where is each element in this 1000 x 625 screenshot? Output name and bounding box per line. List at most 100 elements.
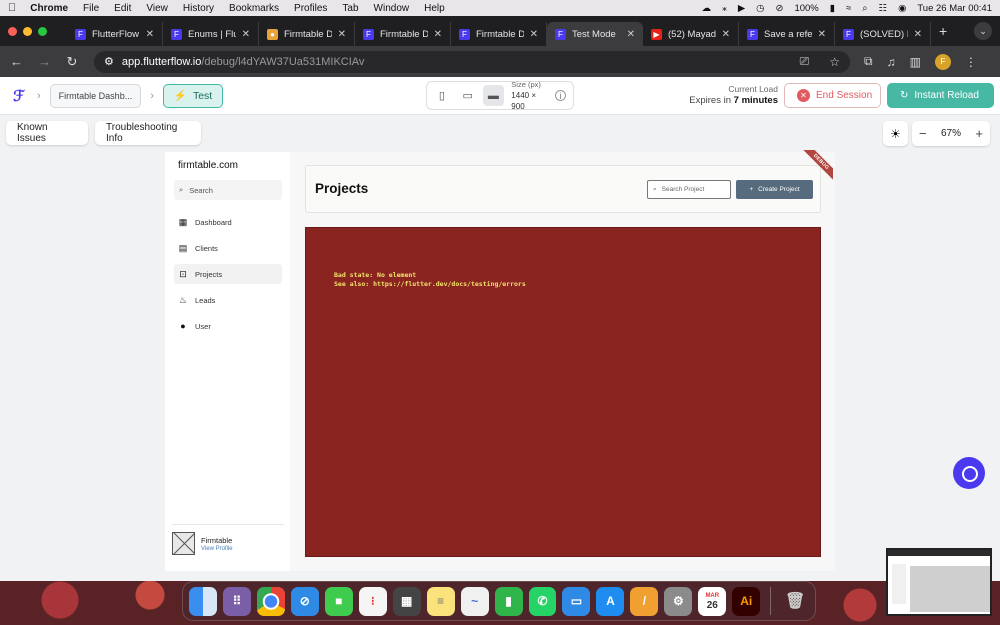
menu-edit[interactable]: Edit (114, 3, 131, 14)
close-tab-icon[interactable]: ✕ (818, 29, 826, 40)
tab-firmtable-2[interactable]: F Firmtable D ✕ (355, 22, 451, 46)
new-tab-icon[interactable]: + (939, 23, 947, 39)
profile-avatar-icon[interactable]: F (934, 53, 951, 70)
screenshot-preview-thumbnail[interactable] (886, 548, 992, 616)
tab-firmtable-1[interactable]: ● Firmtable D ✕ (259, 22, 355, 46)
menu-window[interactable]: Window (374, 3, 410, 14)
extensions-icon[interactable]: ⧉ (864, 54, 873, 69)
info-icon[interactable]: i (555, 90, 567, 101)
tab-test-mode[interactable]: F Test Mode ✕ (547, 22, 643, 46)
launchpad-icon[interactable]: ⠿ (222, 586, 251, 616)
tab-firmtable-3[interactable]: F Firmtable D ✕ (451, 22, 547, 46)
sidebar-item-dashboard[interactable]: ▦ Dashboard (174, 212, 282, 232)
theme-toggle-sun-icon[interactable]: ☀ (883, 121, 908, 146)
menu-file[interactable]: File (83, 3, 99, 14)
tab-search-icon[interactable]: ⌄ (974, 22, 992, 40)
freeform-icon[interactable]: ~ (460, 586, 489, 616)
side-panel-icon[interactable]: ▥ (910, 55, 921, 69)
battery-icon[interactable]: ▮ (830, 3, 835, 14)
chrome-icon[interactable] (256, 586, 285, 616)
project-breadcrumb[interactable]: Firmtable Dashb... (49, 83, 142, 108)
minimize-window-icon[interactable] (23, 26, 32, 36)
test-mode-badge[interactable]: ⚡ Test (162, 83, 224, 108)
zoom-out-icon[interactable]: − (919, 126, 927, 141)
calendar-icon[interactable]: MAR 26 (698, 586, 727, 616)
zoom-window-icon[interactable] (38, 26, 47, 36)
instant-reload-button[interactable]: ↻ Instant Reload (887, 83, 994, 108)
menu-app-name[interactable]: Chrome (30, 3, 68, 14)
mute-icon[interactable]: ⊘ (775, 3, 783, 14)
bookmark-star-icon[interactable]: ☆ (829, 55, 840, 69)
phone-device-icon[interactable]: ▯ (431, 85, 453, 106)
menu-tab[interactable]: Tab (342, 3, 358, 14)
notes-icon[interactable]: ≡ (426, 586, 455, 616)
numbers-icon[interactable]: ▮ (494, 586, 523, 616)
tablet-device-icon[interactable]: ▭ (457, 85, 479, 106)
whatsapp-icon[interactable]: ✆ (528, 586, 557, 616)
view-profile-link[interactable]: View Profile (201, 546, 233, 552)
profile-footer[interactable]: Firmtable View Profile (172, 524, 284, 555)
troubleshooting-info-button[interactable]: Troubleshooting Info (95, 121, 201, 145)
menu-profiles[interactable]: Profiles (294, 3, 327, 14)
facetime-icon[interactable]: ■ (324, 586, 353, 616)
menu-view[interactable]: View (146, 3, 168, 14)
reload-icon[interactable]: ↻ (66, 54, 78, 70)
close-tab-icon[interactable]: ✕ (338, 29, 346, 40)
tab-flutterflow[interactable]: F FlutterFlow ✕ (67, 22, 163, 46)
trash-icon[interactable]: 🗑 (781, 587, 809, 616)
clock-icon[interactable]: ◷ (756, 3, 764, 14)
help-chat-icon[interactable] (953, 457, 985, 489)
address-bar[interactable]: ⚙ app.flutterflow.io/debug/l4dYAW37Ua531… (94, 50, 850, 73)
close-tab-icon[interactable]: ✕ (146, 29, 154, 40)
tab-solved[interactable]: F (SOLVED) I ✕ (835, 22, 931, 46)
reminders-icon[interactable]: ⁝ (358, 586, 387, 616)
chrome-menu-icon[interactable]: ⋮ (965, 55, 977, 69)
install-app-icon[interactable]: ⎚ (800, 54, 810, 69)
media-control-icon[interactable]: ♫ (887, 55, 896, 69)
clock-datetime[interactable]: Tue 26 Mar 00:41 (917, 3, 992, 14)
forward-icon[interactable]: → (38, 54, 51, 69)
end-session-button[interactable]: ✕ End Session (784, 83, 881, 108)
menu-help[interactable]: Help (424, 3, 445, 14)
sidebar-search[interactable]: ⌕ Search (174, 180, 282, 200)
close-tab-icon[interactable]: ✕ (530, 29, 538, 40)
app-store-icon[interactable]: A (596, 586, 625, 616)
search-project-input[interactable]: ⌕ Search Project (647, 180, 731, 199)
close-tab-icon[interactable]: ✕ (434, 29, 442, 40)
tab-youtube[interactable]: ▶ (52) Mayad ✕ (643, 22, 739, 46)
desktop-device-icon[interactable]: ▬ (482, 85, 505, 106)
sidebar-item-projects[interactable]: ⊡ Projects (174, 264, 282, 284)
safari-icon[interactable]: ⊘ (290, 586, 319, 616)
calculator-icon[interactable]: ▦ (392, 586, 421, 616)
zoom-in-icon[interactable]: + (975, 126, 983, 141)
play-icon[interactable]: ▶ (738, 3, 745, 14)
tab-save-reference[interactable]: F Save a refe ✕ (739, 22, 835, 46)
sidebar-item-user[interactable]: ● User (174, 316, 282, 336)
control-center-icon[interactable]: ☷ (879, 3, 888, 14)
close-tab-icon[interactable]: ✕ (242, 29, 250, 40)
pages-icon[interactable]: / (630, 586, 659, 616)
close-tab-icon[interactable]: ✕ (914, 29, 922, 40)
tab-enums[interactable]: F Enums | Flu ✕ (163, 22, 259, 46)
illustrator-icon[interactable]: Ai (732, 586, 761, 616)
sidebar-item-leads[interactable]: ♨ Leads (174, 290, 282, 310)
back-icon[interactable]: ← (10, 54, 23, 69)
menu-history[interactable]: History (183, 3, 214, 14)
menu-bookmarks[interactable]: Bookmarks (229, 3, 279, 14)
wifi-icon[interactable]: ≈ (846, 3, 851, 14)
creative-cloud-icon[interactable]: ☁ (702, 3, 712, 14)
sidebar-item-clients[interactable]: ▤ Clients (174, 238, 282, 258)
site-settings-icon[interactable]: ⚙ (104, 55, 114, 68)
size-value[interactable]: 1440 × 900 (511, 90, 551, 112)
keynote-icon[interactable]: ▭ (562, 586, 591, 616)
system-settings-icon[interactable]: ⚙ (664, 586, 693, 616)
spotlight-icon[interactable]: ⌕ (862, 3, 867, 14)
finder-icon[interactable] (189, 586, 217, 616)
close-tab-icon[interactable]: ✕ (722, 29, 730, 40)
flutterflow-logo-icon[interactable]: ℱ (10, 87, 28, 105)
close-window-icon[interactable] (8, 26, 17, 36)
apple-icon[interactable]:  (8, 2, 16, 14)
bluetooth-icon[interactable]: ⁎ (722, 3, 727, 14)
siri-icon[interactable]: ◉ (898, 3, 906, 14)
close-tab-icon[interactable]: ✕ (627, 29, 635, 40)
